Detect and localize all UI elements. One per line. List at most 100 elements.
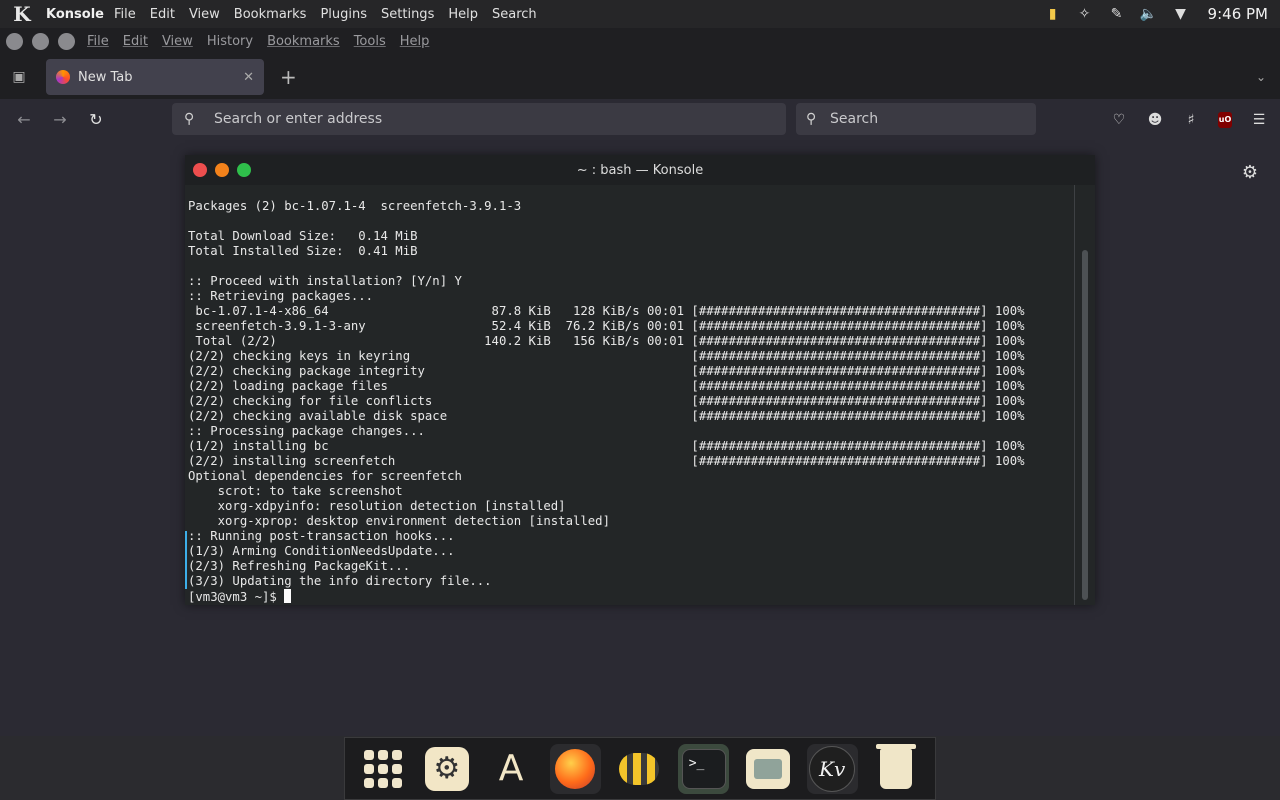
pen-icon[interactable]: ✎ [1108,5,1126,23]
search-bar-placeholder: Search [830,111,879,127]
terminal-line: Packages (2) bc-1.07.1-4 screenfetch-3.9… [188,199,522,213]
terminal-line: xorg-xdpyinfo: resolution detection [ins… [188,499,566,513]
menu-history[interactable]: History [207,34,253,49]
shell-prompt: [vm3@vm3 ~]$ [188,590,285,604]
menu-help[interactable]: Help [400,34,430,49]
text-cursor [284,589,292,603]
global-menu-help[interactable]: Help [448,7,478,22]
top-panel: K Konsole File Edit View Bookmarks Plugi… [0,0,1280,28]
global-menu-file[interactable]: File [114,7,136,22]
extensions-icon[interactable]: ♯ [1182,111,1200,129]
terminal-line: (2/2) checking keys in keyring [########… [188,349,1025,363]
global-menu-edit[interactable]: Edit [150,7,175,22]
reload-icon[interactable]: ↻ [84,108,108,132]
network-icon[interactable]: ✧ [1076,5,1094,23]
menu-bookmarks[interactable]: Bookmarks [267,34,340,49]
menu-view[interactable]: View [162,34,193,49]
terminal-line: Total Installed Size: 0.41 MiB [188,244,418,258]
dock-app-grid[interactable] [357,744,408,794]
terminal-line: :: Retrieving packages... [188,289,374,303]
terminal-line: (2/3) Refreshing PackageKit... [188,559,411,573]
chevron-down-icon[interactable]: ⌄ [1256,70,1266,84]
terminal-line: :: Processing package changes... [188,424,425,438]
trash-icon [876,743,917,789]
terminal-line: (1/3) Arming ConditionNeedsUpdate... [188,544,455,558]
konsole-window-title: ~ : bash — Konsole [576,162,704,178]
chevron-down-icon[interactable]: ▼ [1172,5,1190,23]
clock[interactable]: 9:46 PM [1208,5,1268,23]
global-menu-settings[interactable]: Settings [381,7,434,22]
terminal-line: Total Download Size: 0.14 MiB [188,229,418,243]
dock-bee-app[interactable] [614,744,665,794]
menu-edit[interactable]: Edit [123,34,148,49]
terminal-line: (2/2) installing screenfetch [##########… [188,454,1025,468]
hamburger-menu-icon[interactable]: ☰ [1250,111,1268,129]
terminal-line: (2/2) checking for file conflicts [#####… [188,394,1025,408]
tab-new-tab[interactable]: New Tab ✕ [46,59,264,95]
terminal-line: (3/3) Updating the info directory file..… [188,574,492,588]
terminal-line: Total (2/2) 140.2 KiB 156 KiB/s 00:01 [#… [188,334,1025,348]
window-maximize-button[interactable] [58,33,75,50]
pocket-icon[interactable]: ♡ [1110,111,1128,129]
app-store-icon: A [498,748,524,789]
terminal-line: bc-1.07.1-4-x86_64 87.8 KiB 128 KiB/s 00… [188,304,1025,318]
terminal-line: :: Running post-transaction hooks... [188,529,455,543]
konsole-close-button[interactable] [193,163,207,177]
app-grid-icon [363,749,402,788]
gear-icon[interactable]: ⚙ [1242,162,1258,183]
volume-muted-icon[interactable]: 🔈 [1140,5,1158,23]
kvantum-icon: Kv [809,745,856,792]
dock-software-store[interactable]: A [485,744,536,794]
kde-launcher-icon[interactable]: K [8,0,36,28]
package-updates-icon[interactable]: ▮ [1044,5,1062,23]
address-bar-placeholder: Search or enter address [214,111,383,127]
terminal-prompt-line: [vm3@vm3 ~]$ [188,589,1073,604]
firefox-icon [555,748,596,789]
tab-list-icon[interactable]: ▣ [10,68,28,86]
konsole-maximize-button[interactable] [237,163,251,177]
konsole-minimize-button[interactable] [215,163,229,177]
dock-firefox[interactable] [549,743,601,794]
settings-gear-icon: ⚙ [424,746,469,791]
terminal-line: screenfetch-3.9.1-3-any 52.4 KiB 76.2 Ki… [188,319,1025,333]
terminal-icon: >_ [681,748,726,789]
menu-file[interactable]: File [87,34,109,49]
account-icon[interactable]: ☻ [1146,111,1164,129]
dock-konsole[interactable]: >_ [678,743,730,794]
tab-title: New Tab [78,69,133,85]
dock-file-manager[interactable] [742,744,793,794]
system-tray: ▮ ✧ ✎ 🔈 ▼ 9:46 PM [1044,0,1280,28]
window-minimize-button[interactable] [32,33,49,50]
search-icon: ⚲ [806,111,817,127]
terminal-line: (1/2) installing bc [###################… [188,439,1025,453]
dock-trash[interactable] [871,743,922,794]
dock-settings[interactable]: ⚙ [421,744,472,794]
firefox-icon [56,70,70,84]
dock-kvantum[interactable]: Kv [806,743,858,794]
global-menu-bookmarks[interactable]: Bookmarks [234,7,307,22]
search-bar[interactable]: ⚲ Search [796,103,1036,135]
terminal-divider [1074,185,1075,605]
konsole-titlebar[interactable]: ~ : bash — Konsole [185,155,1095,185]
terminal-line: Optional dependencies for screenfetch [188,469,462,483]
global-menu-view[interactable]: View [189,7,220,22]
address-bar[interactable]: ⚲ Search or enter address [172,103,786,135]
forward-arrow-icon[interactable]: → [48,108,72,132]
global-menu-search[interactable]: Search [492,7,537,22]
ublock-origin-icon[interactable]: uO [1218,111,1232,128]
new-tab-button[interactable]: + [280,65,297,89]
window-close-button[interactable] [6,33,23,50]
terminal-scrollbar-thumb[interactable] [1082,250,1088,600]
search-icon: ⚲ [184,111,195,127]
terminal-output[interactable]: Packages (2) bc-1.07.1-4 screenfetch-3.9… [185,185,1073,605]
close-icon[interactable]: ✕ [243,70,254,85]
global-menu-plugins[interactable]: Plugins [320,7,367,22]
back-arrow-icon[interactable]: ← [12,108,36,132]
terminal-line: (2/2) checking package integrity [######… [188,364,1025,378]
tab-bar: ▣ New Tab ✕ + ⌄ [0,55,1280,99]
terminal-line: :: Proceed with installation? [Y/n] Y [188,274,462,288]
menu-tools[interactable]: Tools [354,34,386,49]
bee-icon [619,752,660,785]
terminal-line: (2/2) loading package files [###########… [188,379,1025,393]
